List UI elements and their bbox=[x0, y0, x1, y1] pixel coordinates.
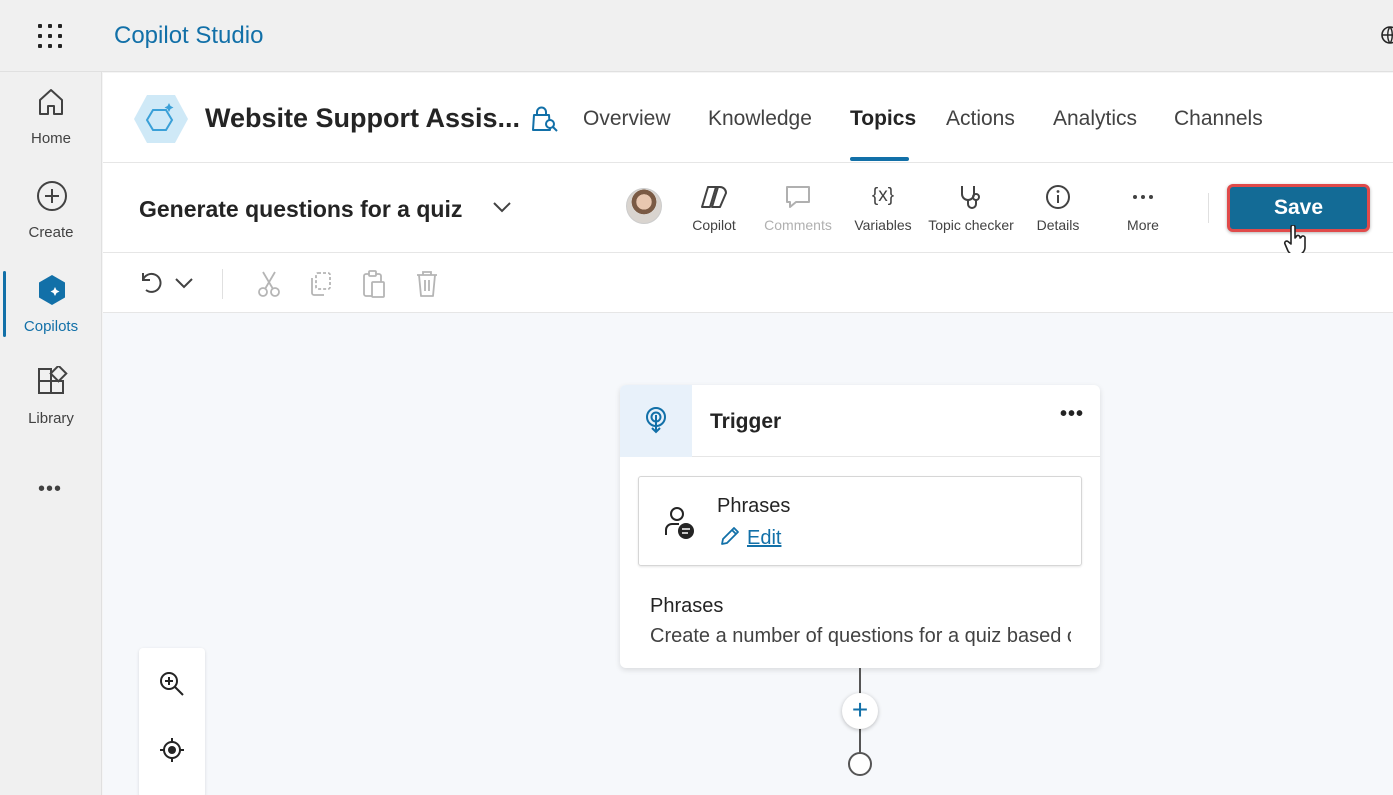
topic-checker-label: Topic checker bbox=[928, 217, 1014, 233]
copy-icon[interactable] bbox=[308, 269, 334, 299]
edit-label: Edit bbox=[747, 527, 782, 549]
stethoscope-icon bbox=[961, 186, 980, 209]
toolbar-divider bbox=[222, 269, 223, 299]
trigger-title: Trigger bbox=[710, 410, 782, 433]
app-launcher-icon[interactable] bbox=[36, 22, 64, 50]
nav-create[interactable]: Create bbox=[0, 180, 102, 260]
library-icon bbox=[38, 366, 68, 394]
trigger-icon-tile bbox=[620, 385, 692, 457]
nav-create-label: Create bbox=[28, 224, 74, 241]
bot-avatar-icon bbox=[134, 95, 188, 143]
tab-channels[interactable]: Channels bbox=[1174, 107, 1263, 131]
tab-actions[interactable]: Actions bbox=[946, 107, 1015, 131]
chevron-down-icon[interactable] bbox=[173, 275, 195, 291]
tab-knowledge[interactable]: Knowledge bbox=[708, 107, 812, 131]
tab-analytics[interactable]: Analytics bbox=[1053, 107, 1137, 131]
comments-label: Comments bbox=[764, 217, 832, 233]
comment-icon bbox=[786, 186, 810, 208]
nav-more-icon[interactable]: ••• bbox=[38, 478, 62, 501]
app-title[interactable]: Copilot Studio bbox=[114, 22, 263, 50]
delete-icon[interactable] bbox=[414, 269, 440, 299]
topic-toolbar: Generate questions for a quiz Copilot Co… bbox=[103, 163, 1393, 256]
undo-icon[interactable] bbox=[137, 269, 163, 297]
topic-checker-button[interactable]: Topic checker bbox=[923, 183, 1019, 233]
edit-toolbar bbox=[103, 253, 1393, 313]
cut-icon[interactable] bbox=[256, 269, 282, 299]
comments-button[interactable]: Comments bbox=[761, 183, 835, 233]
end-node bbox=[848, 752, 872, 776]
phrases-summary-text: Create a number of questions for a quiz … bbox=[650, 625, 1071, 647]
bag-key-icon[interactable] bbox=[529, 106, 559, 134]
tab-overview[interactable]: Overview bbox=[583, 107, 671, 131]
user-avatar[interactable] bbox=[626, 188, 662, 224]
more-horizontal-icon bbox=[1133, 195, 1153, 199]
topic-name[interactable]: Generate questions for a quiz bbox=[139, 196, 462, 223]
bot-name[interactable]: Website Support Assis... bbox=[205, 103, 520, 134]
nav-copilots[interactable]: Copilots bbox=[0, 274, 102, 354]
phrases-panel: Phrases Edit bbox=[638, 476, 1082, 566]
add-circle-icon bbox=[37, 181, 67, 211]
nav-home-label: Home bbox=[30, 130, 71, 147]
home-icon bbox=[39, 89, 63, 115]
info-icon bbox=[1046, 185, 1070, 209]
active-tab-indicator bbox=[850, 157, 909, 161]
copilot-logo-icon bbox=[701, 186, 727, 208]
variables-label: Variables bbox=[854, 217, 912, 233]
recenter-icon[interactable] bbox=[159, 737, 185, 763]
copilot-label: Copilot bbox=[692, 217, 736, 233]
tab-topics[interactable]: Topics bbox=[850, 107, 916, 131]
more-label: More bbox=[1127, 217, 1159, 233]
trigger-node[interactable]: Trigger ••• Phrases Edit Phrases Create … bbox=[620, 385, 1100, 668]
phrases-label: Phrases bbox=[717, 495, 791, 517]
copilot-button[interactable]: Copilot bbox=[689, 183, 739, 233]
copilot-icon bbox=[39, 275, 65, 305]
nav-home[interactable]: Home bbox=[0, 86, 102, 166]
nav-library-label: Library bbox=[28, 410, 74, 427]
copilot-header: Website Support Assis... Overview Knowle… bbox=[103, 73, 1393, 163]
node-more-icon[interactable]: ••• bbox=[1060, 403, 1084, 426]
trigger-node-header: Trigger ••• bbox=[620, 385, 1100, 457]
pencil-icon bbox=[721, 527, 739, 545]
phrases-summary-title: Phrases bbox=[650, 595, 724, 617]
person-chat-icon bbox=[665, 507, 694, 539]
nav-library[interactable]: Library bbox=[0, 366, 102, 446]
details-button[interactable]: Details bbox=[1033, 183, 1083, 233]
left-nav-rail: Home Create Copilots Library ••• bbox=[0, 72, 102, 795]
zoom-controls bbox=[139, 648, 205, 795]
zoom-in-icon[interactable] bbox=[159, 671, 185, 697]
details-label: Details bbox=[1036, 217, 1080, 233]
toolbar-divider bbox=[1208, 193, 1209, 223]
variables-icon: {x} bbox=[871, 185, 895, 206]
environment-icon[interactable] bbox=[1378, 24, 1393, 48]
add-node-button[interactable]: + bbox=[842, 693, 878, 729]
paste-icon[interactable] bbox=[361, 269, 387, 299]
more-button[interactable]: More bbox=[1118, 183, 1168, 233]
topic-canvas[interactable]: Trigger ••• Phrases Edit Phrases Create … bbox=[103, 313, 1393, 795]
trigger-icon bbox=[646, 407, 666, 434]
chevron-down-icon[interactable] bbox=[491, 199, 513, 215]
edit-phrases-link[interactable]: Edit bbox=[719, 525, 781, 550]
nav-copilots-label: Copilots bbox=[23, 318, 79, 335]
app-bar: Copilot Studio bbox=[0, 0, 1393, 72]
variables-button[interactable]: {x} Variables bbox=[851, 183, 915, 233]
